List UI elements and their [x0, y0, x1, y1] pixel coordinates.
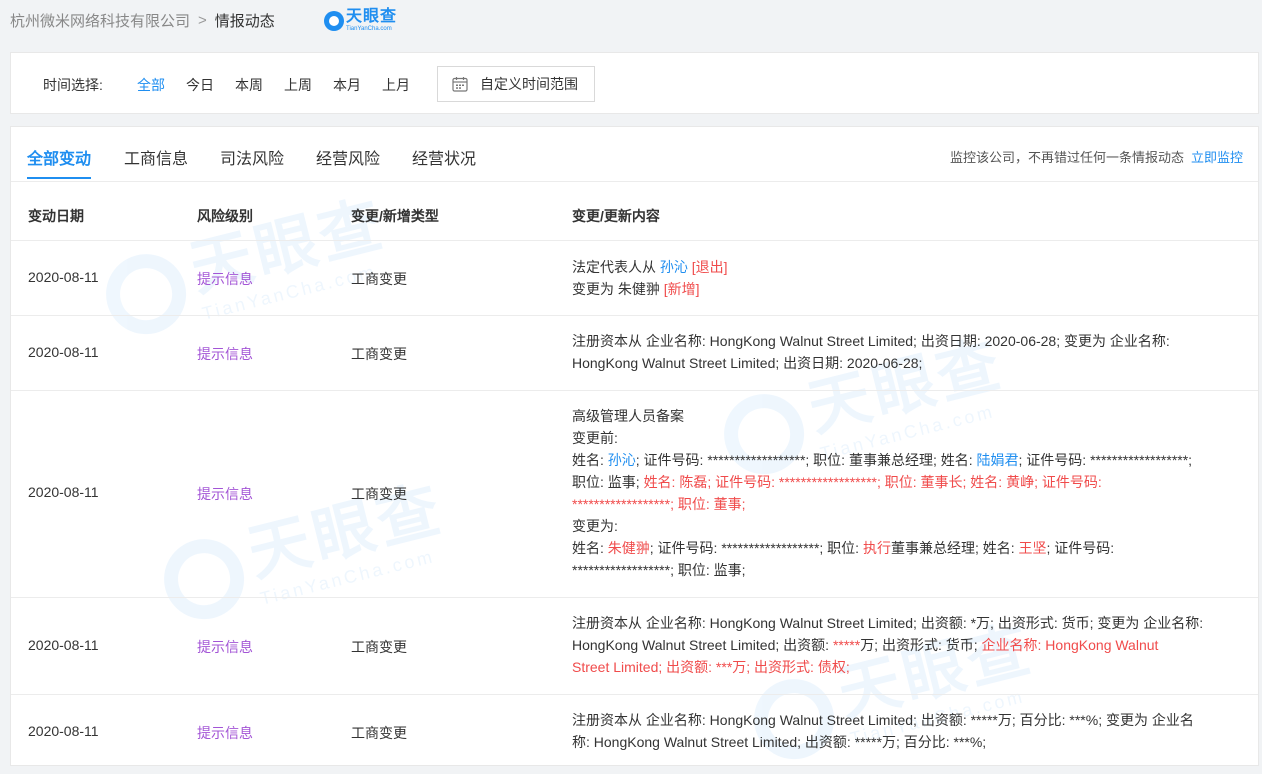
time-option-this-week[interactable]: 本周 [235, 75, 263, 95]
person-link[interactable]: 孙沁 [660, 259, 688, 275]
change-date: 2020-08-11 [28, 269, 99, 285]
person-link[interactable]: 陆娟君 [977, 452, 1019, 468]
calendar-icon [452, 77, 468, 92]
column-header-content: 变更/更新内容 [572, 208, 660, 224]
monitor-now-link[interactable]: 立即监控 [1191, 150, 1243, 165]
change-type: 工商变更 [351, 639, 407, 655]
custom-time-range-button[interactable]: 自定义时间范围 [437, 66, 595, 102]
chevron-right-icon: > [198, 12, 207, 29]
change-date: 2020-08-11 [28, 723, 99, 739]
logo-cn: 天眼查 [346, 8, 398, 25]
change-content: 法定代表人从 孙沁 [退出] 变更为 朱健翀 [新增] [572, 259, 728, 297]
table-row: 2020-08-11 提示信息 工商变更 注册资本从 企业名称: HongKon… [11, 694, 1258, 774]
change-date: 2020-08-11 [28, 484, 99, 500]
change-type: 工商变更 [351, 271, 407, 287]
column-header-date: 变动日期 [28, 208, 84, 224]
change-date: 2020-08-11 [28, 344, 99, 360]
table-row: 2020-08-11 提示信息 工商变更 高级管理人员备案 变更前: 姓名: 孙… [11, 390, 1258, 598]
change-content: 高级管理人员备案 变更前: 姓名: 孙沁; 证件号码: ************… [572, 408, 1193, 578]
top-bar: 杭州微米网络科技有限公司 > 情报动态 天眼查 TianYanCha.com [0, 0, 1262, 44]
column-header-type: 变更/新增类型 [351, 208, 439, 224]
change-type: 工商变更 [351, 346, 407, 362]
time-option-last-week[interactable]: 上周 [284, 75, 312, 95]
person-link[interactable]: 孙沁 [608, 452, 636, 468]
time-filter-options: 全部 今日 本周 上周 本月 上月 [137, 75, 431, 95]
person-name-highlight: 王坚 [1018, 540, 1047, 556]
time-filter-label: 时间选择: [43, 77, 103, 93]
table-row: 2020-08-11 提示信息 工商变更 注册资本从 企业名称: HongKon… [11, 315, 1258, 391]
table-header: 变动日期 风险级别 变更/新增类型 变更/更新内容 [11, 182, 1258, 241]
logo-eye-icon [324, 10, 344, 31]
risk-level: 提示信息 [197, 486, 253, 502]
breadcrumb-company[interactable]: 杭州微米网络科技有限公司 [10, 10, 190, 31]
change-content: 注册资本从 企业名称: HongKong Walnut Street Limit… [572, 712, 1194, 750]
time-option-today[interactable]: 今日 [186, 75, 214, 95]
change-content: 注册资本从 企业名称: HongKong Walnut Street Limit… [572, 615, 1204, 675]
time-filter-panel: 时间选择: 全部 今日 本周 上周 本月 上月 自定义时间范围 [10, 52, 1259, 114]
breadcrumb-current: 情报动态 [214, 13, 275, 30]
custom-time-range-label: 自定义时间范围 [480, 76, 578, 92]
risk-level: 提示信息 [197, 346, 253, 362]
monitor-prompt: 监控该公司，不再错过任何一条情报动态 立即监控 [950, 147, 1243, 166]
logo-en: TianYanCha.com [346, 26, 392, 32]
change-date: 2020-08-11 [28, 637, 99, 653]
tab-operation-risk[interactable]: 经营风险 [316, 145, 380, 169]
tab-judicial-risk[interactable]: 司法风险 [220, 145, 284, 169]
table-row: 2020-08-11 提示信息 工商变更 注册资本从 企业名称: HongKon… [11, 597, 1258, 695]
time-option-all[interactable]: 全部 [137, 75, 165, 95]
monitor-text: 监控该公司，不再错过任何一条情报动态 [949, 150, 1184, 165]
tab-operation-status[interactable]: 经营状况 [412, 145, 476, 169]
exit-tag: [退出] [691, 259, 728, 275]
risk-level: 提示信息 [197, 725, 253, 741]
new-tag: [新增] [663, 281, 700, 297]
person-name: 朱健翀 [617, 281, 660, 297]
category-tabs: 全部变动 工商信息 司法风险 经营风险 经营状况 监控该公司，不再错过任何一条情… [11, 127, 1258, 182]
time-option-last-month[interactable]: 上月 [382, 75, 410, 95]
change-type: 工商变更 [351, 486, 407, 502]
column-header-risk: 风险级别 [197, 208, 253, 224]
table-row: 2020-08-11 提示信息 工商变更 法定代表人从 孙沁 [退出] 变更为 … [11, 240, 1258, 316]
change-content: 注册资本从 企业名称: HongKong Walnut Street Limit… [572, 333, 1170, 371]
risk-level: 提示信息 [197, 271, 253, 287]
person-name-highlight: 朱健翀 [607, 540, 650, 556]
tab-all-changes[interactable]: 全部变动 [27, 145, 92, 179]
breadcrumb: 杭州微米网络科技有限公司 > 情报动态 [10, 10, 275, 31]
changes-panel: 天眼查 TianYanCha.com 天眼查 TianYanCha.com 天眼查 T… [10, 126, 1259, 768]
tab-business-info[interactable]: 工商信息 [124, 145, 188, 169]
tianyancha-logo: 天眼查 TianYanCha.com [324, 9, 397, 32]
time-option-this-month[interactable]: 本月 [333, 75, 361, 95]
change-type: 工商变更 [351, 725, 407, 741]
risk-level: 提示信息 [197, 639, 253, 655]
